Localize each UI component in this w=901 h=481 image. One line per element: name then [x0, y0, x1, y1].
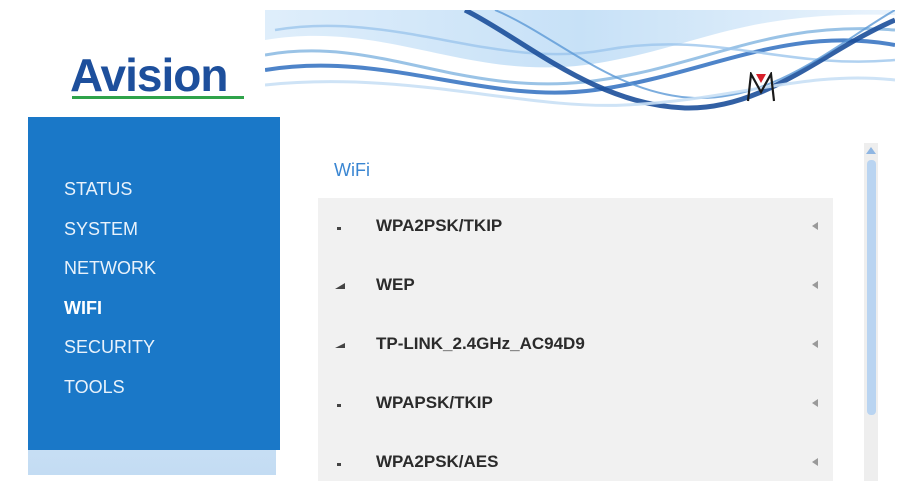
- wifi-network-row[interactable]: WPA2PSK/AES: [318, 434, 833, 481]
- sidebar-item-system[interactable]: SYSTEM: [64, 217, 156, 257]
- scrollbar-thumb[interactable]: [867, 160, 876, 415]
- brand-mark-icon: [746, 72, 776, 102]
- sidebar-item-tools[interactable]: TOOLS: [64, 375, 156, 415]
- sidebar-item-status[interactable]: STATUS: [64, 177, 156, 217]
- chevron-icon: [812, 281, 818, 289]
- logo-underline: [72, 96, 244, 99]
- scroll-up-icon[interactable]: [866, 146, 876, 154]
- chevron-icon: [812, 340, 818, 348]
- wifi-network-list: WPA2PSK/TKIP WEP TP-LINK_2.4GHz_AC94D9 W…: [318, 198, 833, 481]
- wifi-network-row[interactable]: WPAPSK/TKIP: [318, 375, 833, 434]
- page-title: WiFi: [334, 160, 370, 180]
- signal-weak-icon: [337, 404, 341, 407]
- sidebar-nav: STATUS SYSTEM NETWORK WIFI SECURITY TOOL…: [64, 177, 156, 414]
- chevron-icon: [812, 222, 818, 230]
- signal-medium-icon: [335, 283, 345, 289]
- page: Avision STATUS SYSTEM NETWORK WIFI SECUR…: [0, 0, 901, 481]
- sidebar: STATUS SYSTEM NETWORK WIFI SECURITY TOOL…: [28, 117, 280, 450]
- wifi-network-row[interactable]: WPA2PSK/TKIP: [318, 198, 833, 257]
- network-name: WPAPSK/TKIP: [376, 393, 493, 412]
- network-name: WPA2PSK/AES: [376, 452, 499, 471]
- avision-logo: Avision: [70, 49, 228, 101]
- signal-weak-icon: [337, 463, 341, 466]
- wave-banner: [265, 10, 895, 115]
- chevron-icon: [812, 458, 818, 466]
- wifi-network-row[interactable]: TP-LINK_2.4GHz_AC94D9: [318, 316, 833, 375]
- sidebar-item-network[interactable]: NETWORK: [64, 256, 156, 296]
- signal-weak-icon: [337, 227, 341, 230]
- chevron-icon: [812, 399, 818, 407]
- wifi-network-row[interactable]: WEP: [318, 257, 833, 316]
- sidebar-item-security[interactable]: SECURITY: [64, 335, 156, 375]
- network-name: WEP: [376, 275, 415, 294]
- signal-medium-icon: [335, 343, 345, 348]
- network-name: WPA2PSK/TKIP: [376, 216, 503, 235]
- sidebar-item-wifi[interactable]: WIFI: [64, 296, 156, 336]
- network-name: TP-LINK_2.4GHz_AC94D9: [376, 334, 585, 353]
